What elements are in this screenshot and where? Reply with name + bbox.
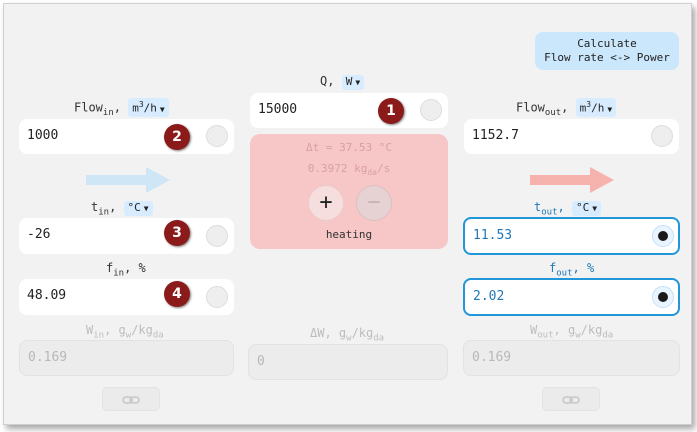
t-out-radio[interactable] [652, 225, 674, 247]
flow-out-unit-select[interactable]: m3/h ▼ [575, 98, 617, 117]
chevron-down-icon: ▼ [159, 104, 165, 114]
flow-out-label: Flowout, m3/h ▼ [516, 98, 617, 118]
cooling-button[interactable]: − [356, 185, 392, 221]
arrow-right-icon [530, 167, 614, 193]
t-out-value: 11.53 [473, 228, 513, 243]
calculate-label: Calculate [577, 37, 637, 50]
f-in-radio[interactable] [206, 286, 228, 308]
f-out-radio[interactable] [652, 286, 674, 308]
flow-out-value: 1152.7 [472, 128, 519, 143]
flow-in-radio[interactable] [206, 125, 228, 147]
link-icon [122, 396, 140, 404]
power-value: 15000 [258, 102, 298, 117]
link-icon [562, 396, 580, 404]
w-in-label: Win, gw/kgda [86, 323, 164, 341]
t-out-unit-select[interactable]: °C ▼ [571, 201, 602, 216]
f-in-label: fin, % [106, 261, 146, 279]
flow-in-label: Flowin, m3/h ▼ [74, 98, 169, 118]
link-out-button[interactable] [542, 387, 600, 411]
power-field[interactable]: 15000 [250, 93, 448, 128]
arrow-right-icon [86, 167, 170, 193]
step-badge-2: 2 [164, 124, 190, 150]
power-label: Q, W ▼ [320, 74, 365, 90]
link-in-button[interactable] [102, 387, 160, 411]
chevron-down-icon: ▼ [607, 104, 613, 114]
w-out-value: 0.169 [472, 350, 512, 365]
app-panel: Calculate Flow rate <-> Power Q, W ▼ 1500… [3, 3, 692, 425]
step-badge-1: 1 [378, 98, 404, 124]
power-label-text: Q, [320, 74, 335, 88]
power-unit-select[interactable]: W ▼ [341, 75, 365, 90]
delta-w-value: 0 [257, 354, 265, 369]
power-radio[interactable] [420, 99, 442, 121]
t-in-radio[interactable] [206, 225, 228, 247]
flow-out-field[interactable]: 1152.7 [464, 119, 679, 154]
step-badge-3: 3 [164, 220, 190, 246]
process-panel: Δt = 37.53 °C 0.3972 kgda/s + − heating [250, 134, 448, 249]
process-mode-label: heating [325, 228, 373, 241]
t-out-label: tout, °C ▼ [534, 200, 602, 217]
f-out-value: 2.02 [473, 289, 505, 304]
mass-flow-text: 0.3972 kgda/s [307, 162, 391, 178]
t-in-label: tin, °C ▼ [91, 200, 153, 217]
flow-in-field[interactable]: 1000 [19, 119, 234, 154]
calculate-mode-button[interactable]: Calculate Flow rate <-> Power [535, 32, 679, 70]
chevron-down-icon: ▼ [592, 204, 598, 213]
t-in-unit-select[interactable]: °C ▼ [123, 201, 153, 216]
w-in-field: 0.169 [19, 340, 234, 376]
calculate-mode-label: Flow rate <-> Power [544, 51, 670, 64]
t-out-field[interactable]: 11.53 [463, 217, 680, 255]
delta-w-field: 0 [248, 344, 448, 380]
flow-in-unit-select[interactable]: m3/h ▼ [128, 98, 169, 117]
flow-out-radio[interactable] [651, 125, 673, 147]
chevron-down-icon: ▼ [143, 204, 149, 213]
heating-button[interactable]: + [308, 185, 344, 221]
t-in-value: -26 [27, 227, 51, 242]
chevron-down-icon: ▼ [355, 78, 361, 87]
f-in-field[interactable]: 48.09 [19, 279, 234, 315]
f-out-field[interactable]: 2.02 [463, 278, 680, 316]
f-out-label: fout, % [549, 261, 595, 279]
w-out-label: Wout, gw/kgda [530, 323, 614, 341]
flow-in-value: 1000 [27, 128, 59, 143]
t-in-field[interactable]: -26 [19, 218, 234, 254]
delta-w-label: ΔW, gw/kgda [310, 326, 385, 344]
step-badge-4: 4 [164, 281, 190, 307]
w-in-value: 0.169 [28, 350, 68, 365]
f-in-value: 48.09 [27, 288, 67, 303]
delta-t-text: Δt = 37.53 °C [305, 141, 393, 154]
w-out-field: 0.169 [463, 340, 680, 376]
